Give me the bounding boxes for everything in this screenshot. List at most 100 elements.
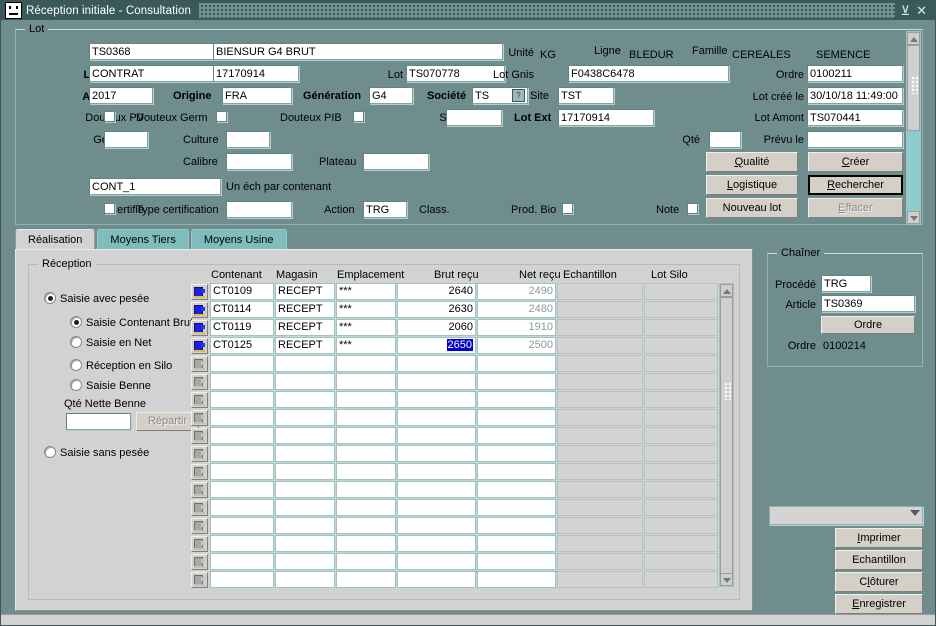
cell-contenant[interactable] (210, 517, 274, 534)
table-row[interactable] (191, 481, 737, 499)
culture-field[interactable] (226, 131, 270, 148)
row-detail-button[interactable] (191, 410, 208, 426)
cell-net[interactable] (477, 373, 556, 390)
article-name-field[interactable]: BIENSUR G4 BRUT (213, 43, 503, 60)
cell-magasin[interactable]: RECEPT (275, 301, 335, 318)
tab-moyens-tiers[interactable]: Moyens Tiers (97, 229, 189, 250)
row-detail-button[interactable] (191, 284, 208, 300)
table-row[interactable] (191, 427, 737, 445)
lot-cree-le-field[interactable]: 30/10/18 11:49:00 (807, 87, 903, 104)
cell-brut[interactable] (397, 499, 476, 516)
effacer-button[interactable]: Effacer (808, 198, 903, 218)
cell-brut[interactable]: 2630 (397, 301, 476, 318)
table-row[interactable]: CT0109 RECEPT *** 2640 2490 (191, 283, 737, 301)
cell-brut[interactable]: 2650 (397, 337, 476, 354)
cell-magasin[interactable]: RECEPT (275, 283, 335, 300)
radio-saisie-en-net[interactable] (70, 336, 82, 348)
cell-contenant[interactable] (210, 355, 274, 372)
cell-contenant[interactable]: CT0119 (210, 319, 274, 336)
table-row[interactable] (191, 391, 737, 409)
cell-net[interactable] (477, 517, 556, 534)
cell-brut[interactable] (397, 409, 476, 426)
cloturer-button[interactable]: Clôturer (835, 572, 923, 592)
side-action-combo[interactable] (769, 506, 923, 525)
cell-magasin[interactable] (275, 517, 335, 534)
cell-magasin[interactable]: RECEPT (275, 337, 335, 354)
cell-brut[interactable] (397, 355, 476, 372)
cell-net[interactable] (477, 499, 556, 516)
action-field[interactable]: TRG (363, 201, 407, 218)
cell-net[interactable]: 2500 (477, 337, 556, 354)
douteux-pv-checkbox[interactable] (104, 111, 115, 122)
cell-emplacement[interactable] (336, 553, 396, 570)
calibre-field[interactable] (226, 153, 292, 170)
prevu-le-field[interactable] (807, 131, 903, 148)
cell-magasin[interactable] (275, 481, 335, 498)
cell-magasin[interactable] (275, 355, 335, 372)
row-detail-button[interactable] (191, 500, 208, 516)
cell-contenant[interactable] (210, 463, 274, 480)
cell-net[interactable] (477, 427, 556, 444)
table-row[interactable] (191, 553, 737, 571)
cell-brut[interactable] (397, 445, 476, 462)
table-row[interactable]: CT0114 RECEPT *** 2630 2480 (191, 301, 737, 319)
scroll-up-icon[interactable] (907, 32, 920, 45)
enregistrer-button[interactable]: Enregistrer (835, 594, 923, 614)
cell-brut[interactable] (397, 535, 476, 552)
cell-emplacement[interactable] (336, 481, 396, 498)
cell-net[interactable] (477, 571, 556, 588)
cell-emplacement[interactable] (336, 409, 396, 426)
cell-magasin[interactable] (275, 553, 335, 570)
article-code-field[interactable]: TS0368 (89, 43, 221, 60)
table-row[interactable] (191, 355, 737, 373)
rechercher-button[interactable]: Rechercher (808, 175, 903, 195)
cell-magasin[interactable] (275, 499, 335, 516)
row-detail-button[interactable] (191, 554, 208, 570)
cell-magasin[interactable] (275, 391, 335, 408)
sterilite-field[interactable] (446, 109, 502, 126)
cell-net[interactable] (477, 445, 556, 462)
cell-emplacement[interactable]: *** (336, 301, 396, 318)
tab-moyens-usine[interactable]: Moyens Usine (190, 229, 287, 250)
cell-emplacement[interactable] (336, 571, 396, 588)
scroll-thumb[interactable] (907, 45, 920, 131)
minimize-icon[interactable]: ⊻ (901, 4, 911, 17)
logistique-button[interactable]: Logistique (706, 175, 798, 195)
cell-brut[interactable] (397, 571, 476, 588)
table-row[interactable] (191, 571, 737, 589)
cell-magasin[interactable] (275, 571, 335, 588)
cell-magasin[interactable] (275, 445, 335, 462)
scroll-down-icon[interactable] (907, 211, 920, 224)
cell-magasin[interactable] (275, 427, 335, 444)
cell-magasin[interactable] (275, 409, 335, 426)
cell-emplacement[interactable]: *** (336, 337, 396, 354)
imprimer-button[interactable]: Imprimer (835, 528, 923, 548)
lot-panel-scrollbar[interactable] (906, 31, 921, 225)
cell-contenant[interactable]: CT0114 (210, 301, 274, 318)
row-detail-button[interactable] (191, 338, 208, 354)
table-row[interactable] (191, 373, 737, 391)
cell-contenant[interactable] (210, 481, 274, 498)
chainer-ordre-button[interactable]: Ordre (821, 316, 915, 334)
generation-field[interactable]: G4 (369, 87, 413, 104)
row-detail-button[interactable] (191, 320, 208, 336)
site-help-icon[interactable]: ? (512, 89, 525, 102)
cell-magasin[interactable] (275, 535, 335, 552)
chevron-down-icon[interactable] (910, 510, 920, 516)
chainer-article-field[interactable]: TS0369 (821, 295, 915, 312)
row-detail-button[interactable] (191, 392, 208, 408)
cell-emplacement[interactable] (336, 535, 396, 552)
cell-contenant[interactable] (210, 499, 274, 516)
table-row[interactable] (191, 517, 737, 535)
cell-magasin[interactable] (275, 373, 335, 390)
cell-net[interactable] (477, 355, 556, 372)
cell-magasin[interactable] (275, 463, 335, 480)
table-row[interactable] (191, 499, 737, 517)
repartir-button[interactable]: Répartir (136, 412, 199, 431)
row-detail-button[interactable] (191, 428, 208, 444)
chainer-procede-field[interactable]: TRG (821, 275, 871, 292)
cell-net[interactable] (477, 391, 556, 408)
lot-externe-type-field[interactable]: CONTRAT (89, 65, 221, 82)
cell-brut[interactable] (397, 517, 476, 534)
cell-net[interactable] (477, 463, 556, 480)
